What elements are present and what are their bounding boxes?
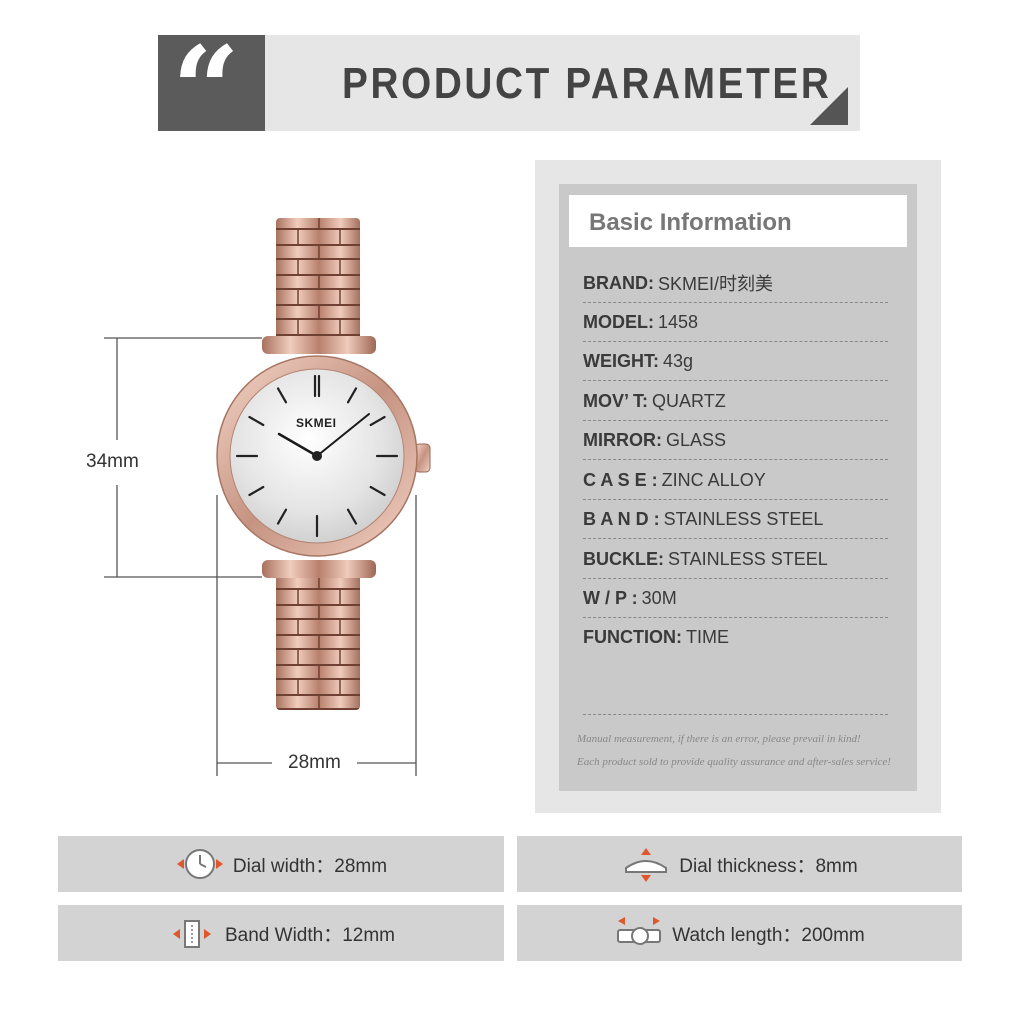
- spec-row-water-resistance: W / P : 30M: [583, 579, 888, 618]
- spec-key: BUCKLE:: [583, 548, 664, 569]
- watch-image: [104, 218, 431, 776]
- spec-value: 1458: [658, 311, 699, 332]
- spec-row-mirror: MIRROR: GLASS: [583, 421, 888, 460]
- spec-row-movement: MOV’ T: QUARTZ: [583, 382, 888, 421]
- spec-row-weight: WEIGHT: 43g: [583, 342, 888, 381]
- spec-value: 43g: [663, 350, 694, 371]
- spec-divider: [583, 714, 888, 715]
- dial-width-text: Dial width：28mm: [232, 855, 388, 877]
- spec-key: MIRROR:: [583, 429, 662, 450]
- watch-length-bar: Watch length：200mm: [517, 905, 962, 961]
- width-dimension-label: 28mm: [288, 752, 341, 773]
- watch-length-text: Watch length：200mm: [672, 924, 865, 946]
- dial-thickness-icon: [625, 848, 668, 882]
- band-width-icon: [172, 920, 211, 948]
- spec-row-brand: BRAND: SKMEI/时刻美: [583, 264, 888, 303]
- spec-heading: Basic Information: [589, 209, 792, 236]
- dial-brand-text: SKMEI: [296, 416, 337, 430]
- dial-width-icon: [176, 849, 223, 879]
- spec-value: TIME: [685, 627, 729, 647]
- measurement-note: Manual measurement, if there is an error…: [577, 733, 861, 745]
- corner-triangle-icon: [810, 87, 848, 125]
- spec-value: 30M: [641, 587, 677, 608]
- spec-value: ZINC ALLOY: [661, 469, 766, 490]
- quote-icon: “: [172, 20, 240, 159]
- watch-illustration: SKMEI 34mm 28mm: [0, 140, 520, 820]
- spec-heading-box: Basic Information: [569, 195, 907, 247]
- spec-value: QUARTZ: [652, 390, 726, 411]
- spec-key: MODEL:: [583, 311, 654, 332]
- quote-icon-box: “: [158, 31, 265, 149]
- spec-value: GLASS: [666, 429, 727, 450]
- spec-key: WEIGHT:: [583, 350, 659, 371]
- dial-thickness-bar: Dial thickness：8mm: [517, 836, 962, 892]
- band-width-bar: Band Width：12mm: [58, 905, 504, 961]
- spec-key: C A S E :: [583, 469, 658, 490]
- spec-row-model: MODEL: 1458: [583, 303, 888, 342]
- spec-row-function: FUNCTION: TIME: [583, 618, 888, 657]
- spec-row-band: B A N D : STAINLESS STEEL: [583, 500, 888, 539]
- spec-value: SKMEI/时刻美: [658, 274, 774, 294]
- spec-key: W / P :: [583, 587, 638, 608]
- height-dimension-label: 34mm: [86, 451, 139, 472]
- spec-row-case: C A S E : ZINC ALLOY: [583, 461, 888, 500]
- spec-panel: Basic Information BRAND: SKMEI/时刻美 MODEL…: [535, 160, 941, 813]
- dial-width-bar: Dial width：28mm: [58, 836, 504, 892]
- spec-row-buckle: BUCKLE: STAINLESS STEEL: [583, 540, 888, 579]
- spec-value: STAINLESS STEEL: [668, 548, 828, 569]
- dial-thickness-text: Dial thickness：8mm: [679, 855, 858, 877]
- header-banner: “ PRODUCT PARAMETER: [158, 31, 860, 149]
- spec-key: BRAND:: [583, 272, 654, 293]
- service-note: Each product sold to provide quality ass…: [577, 756, 891, 768]
- spec-key: MOV’ T:: [583, 390, 649, 411]
- spec-value: STAINLESS STEEL: [663, 508, 824, 529]
- page-title: PRODUCT PARAMETER: [342, 59, 832, 108]
- spec-key: FUNCTION:: [583, 627, 682, 647]
- spec-key: B A N D :: [583, 508, 660, 529]
- spec-panel-inner: Basic Information BRAND: SKMEI/时刻美 MODEL…: [559, 184, 917, 791]
- band-width-text: Band Width：12mm: [224, 924, 395, 946]
- watch-length-icon: [617, 917, 662, 945]
